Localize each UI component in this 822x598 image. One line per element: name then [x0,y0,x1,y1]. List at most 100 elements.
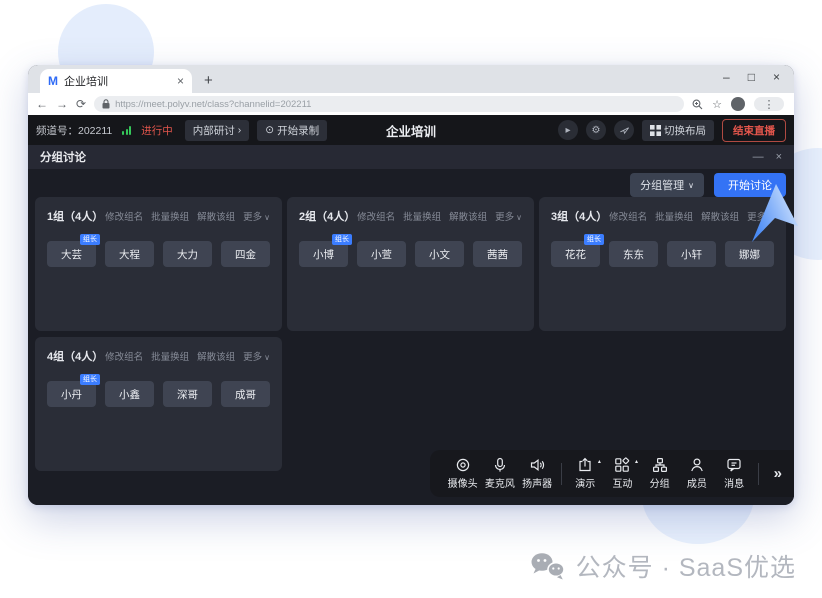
member-chip[interactable]: 大程 [105,241,154,267]
wechat-bubbles-icon [530,551,566,581]
switch-layout-button[interactable]: 切换布局 [642,120,714,141]
member-chip[interactable]: 花花组长 [551,241,600,267]
member-chip[interactable]: 小博组长 [299,241,348,267]
member-chip[interactable]: 四金 [221,241,270,267]
window-maximize-button[interactable]: □ [748,71,755,83]
browser-window: M 企业培训 × + – □ × ← → ⟳ https://meet.poly… [28,65,794,505]
group-name: 2组（4人） [299,208,355,224]
member-chip[interactable]: 东东 [609,241,658,267]
message-button[interactable]: 消息 [716,457,753,490]
zoom-icon[interactable] [692,99,703,110]
member-chip[interactable]: 小萱 [357,241,406,267]
group-card: 2组（4人） 修改组名 批量换组 解散该组 更多∨ 小博组长 小萱 小文 茜茜 [287,197,534,331]
chevron-down-icon: ∨ [264,353,270,362]
members-button[interactable]: 成员 [678,457,715,490]
tab-close-icon[interactable]: × [177,74,184,88]
member-chip[interactable]: 大力 [163,241,212,267]
camera-button[interactable]: 摄像头 [444,457,481,490]
rename-group-action[interactable]: 修改组名 [357,209,395,223]
member-chip[interactable]: 深哥 [163,381,212,407]
camera-icon [455,457,471,473]
interaction-icon [614,457,630,473]
rename-group-action[interactable]: 修改组名 [105,349,143,363]
speaker-button[interactable]: 扬声器 [518,457,555,490]
channel-number-label: 频道号：202211 [36,123,112,138]
batch-move-action[interactable]: 批量换组 [655,209,693,223]
dissolve-group-action[interactable]: 解散该组 [197,349,235,363]
batch-move-action[interactable]: 批量换组 [403,209,441,223]
caret-up-icon: ▴ [598,458,601,465]
group-card: 3组（4人） 修改组名 批量换组 解散该组 更多∨ 花花组长 东东 小轩 娜娜 [539,197,786,331]
start-recording-button[interactable]: ⊙开始录制 [257,120,327,141]
internal-seminar-button[interactable]: 内部研讨› [185,120,250,141]
more-action[interactable]: 更多∨ [243,209,270,223]
watermark: 公众号 · SaaS优选 [530,548,796,584]
present-button[interactable]: ▴ 演示 [567,457,604,490]
toolbar-divider [561,463,562,485]
caret-up-icon: ▴ [635,458,638,465]
app-top-bar: 频道号：202211 进行中 内部研讨› ⊙开始录制 企业培训 ▸ ⚙ 切换布局… [28,115,794,145]
chevron-down-icon: ∨ [516,213,522,222]
batch-move-action[interactable]: 批量换组 [151,209,189,223]
window-minimize-button[interactable]: – [723,71,730,83]
leader-badge: 组长 [584,234,604,245]
live-status-label: 进行中 [141,123,173,138]
microphone-button[interactable]: 麦克风 [481,457,518,490]
present-icon [577,457,593,473]
member-chip[interactable]: 茜茜 [473,241,522,267]
playback-icon[interactable]: ▸ [558,120,578,140]
breakout-panel-header: 分组讨论 — × [28,145,794,169]
chevron-down-icon: ∨ [688,181,694,190]
leader-badge: 组长 [332,234,352,245]
signal-strength-icon [122,126,131,135]
member-chip[interactable]: 大芸组长 [47,241,96,267]
member-chip[interactable]: 小鑫 [105,381,154,407]
record-icon: ⊙ [265,124,274,136]
end-live-button[interactable]: 结束直播 [722,119,786,142]
window-close-button[interactable]: × [773,71,780,83]
start-discussion-button[interactable]: 开始讨论 [714,173,786,197]
rename-group-action[interactable]: 修改组名 [105,209,143,223]
settings-gear-icon[interactable]: ⚙ [586,120,606,140]
dissolve-group-action[interactable]: 解散该组 [701,209,739,223]
interaction-button[interactable]: ▴ 互动 [604,457,641,490]
leader-badge: 组长 [80,374,100,385]
browser-tab[interactable]: M 企业培训 × [40,69,192,93]
more-action[interactable]: 更多∨ [243,349,270,363]
browser-profile-avatar[interactable] [731,97,745,111]
group-card: 4组（4人） 修改组名 批量换组 解散该组 更多∨ 小丹组长 小鑫 深哥 成哥 [35,337,282,471]
more-action[interactable]: 更多∨ [495,209,522,223]
expand-toolbar-button[interactable]: » [768,465,788,482]
share-promote-icon[interactable] [614,120,634,140]
member-chip[interactable]: 娜娜 [725,241,774,267]
lock-icon [102,99,110,109]
meeting-toolbar: 摄像头 麦克风 扬声器 ▴ 演示 ▴ 互动 [430,450,794,497]
polyv-favicon-icon: M [48,75,58,87]
member-chip[interactable]: 小轩 [667,241,716,267]
back-icon[interactable]: ← [36,97,48,111]
member-chip[interactable]: 小丹组长 [47,381,96,407]
reload-icon[interactable]: ⟳ [76,97,86,111]
member-chip[interactable]: 小文 [415,241,464,267]
chevron-right-icon: › [238,124,242,136]
panel-minimize-icon[interactable]: — [753,152,764,163]
group-manage-button[interactable]: 分组管理∨ [630,173,704,197]
bookmark-star-icon[interactable]: ☆ [712,98,722,111]
panel-title: 分组讨论 [40,149,86,165]
dissolve-group-action[interactable]: 解散该组 [197,209,235,223]
batch-move-action[interactable]: 批量换组 [151,349,189,363]
browser-menu-button[interactable]: ⋮ [754,97,784,111]
group-cards-grid: 1组（4人） 修改组名 批量换组 解散该组 更多∨ 大芸组长 大程 大力 四金 [35,197,787,471]
new-tab-button[interactable]: + [204,72,213,89]
rename-group-action[interactable]: 修改组名 [609,209,647,223]
forward-icon[interactable]: → [56,97,68,111]
panel-close-icon[interactable]: × [776,152,782,163]
dissolve-group-action[interactable]: 解散该组 [449,209,487,223]
chevron-down-icon: ∨ [768,213,774,222]
breakout-group-icon [652,457,668,473]
url-bar[interactable]: https://meet.polyv.net/class?channelid=2… [94,96,684,112]
breakout-group-button[interactable]: 分组 [641,457,678,490]
member-chip[interactable]: 成哥 [221,381,270,407]
browser-address-bar: ← → ⟳ https://meet.polyv.net/class?chann… [28,93,794,115]
more-action[interactable]: 更多∨ [747,209,774,223]
